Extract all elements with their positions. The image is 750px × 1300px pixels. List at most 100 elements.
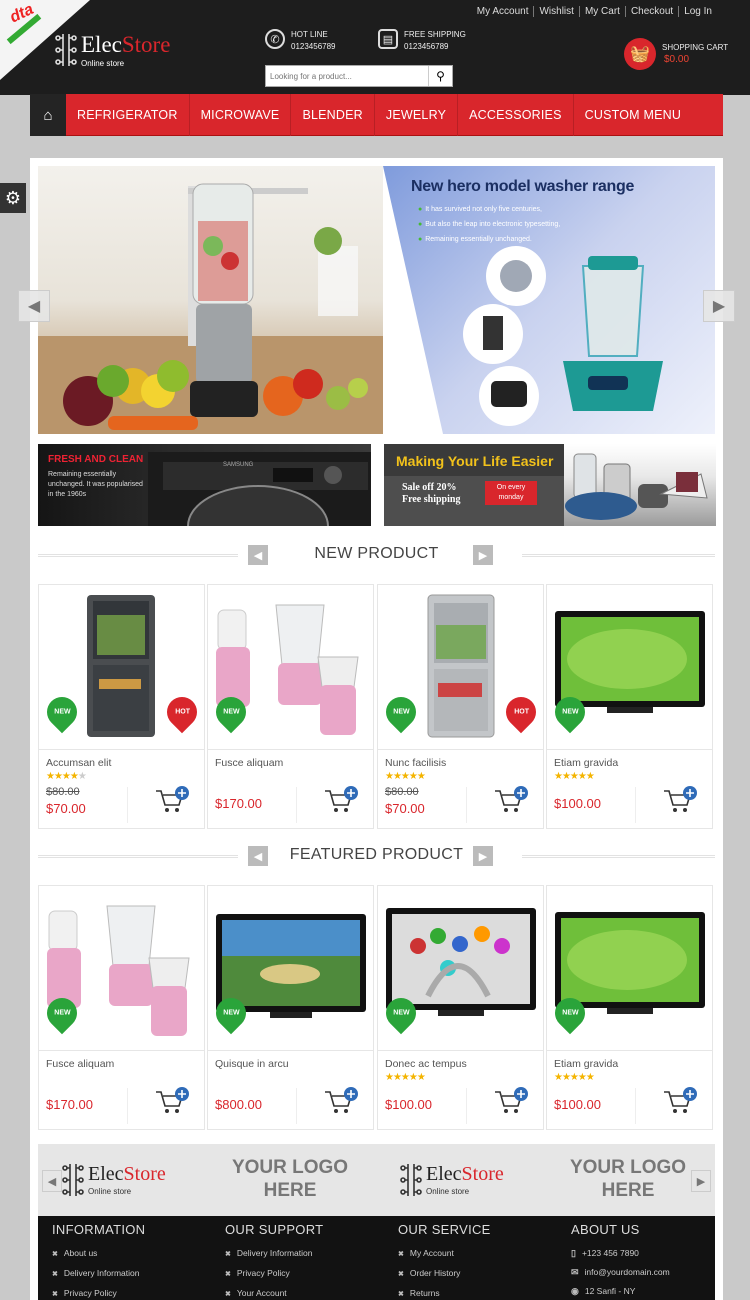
- add-to-cart-icon[interactable]: [662, 1086, 698, 1116]
- product-card[interactable]: NEW HOT Accumsan elit ★★★★★ $80.00 $70.0…: [38, 584, 205, 829]
- product-name[interactable]: Nunc facilisis: [385, 757, 446, 769]
- price: $70.00: [46, 801, 86, 816]
- product-name[interactable]: Etiam gravida: [554, 757, 618, 769]
- phone-icon: ✆: [265, 29, 285, 49]
- footer-phone: ▯ +123 456 7890: [571, 1248, 639, 1258]
- footer-link[interactable]: ✖ Privacy Policy: [52, 1284, 145, 1300]
- nav-custom-menu[interactable]: CUSTOM MENU: [574, 94, 692, 136]
- appliances-illustration: [565, 453, 708, 520]
- footer-link[interactable]: ✖ Delivery Information: [52, 1264, 145, 1284]
- nav-microwave[interactable]: MICROWAVE: [190, 94, 292, 136]
- add-to-cart-icon[interactable]: [493, 1086, 529, 1116]
- promo-tag: On every monday: [485, 481, 537, 505]
- placeholder-logo[interactable]: YOUR LOGO HERE: [230, 1156, 350, 1202]
- brand-prev-arrow-icon[interactable]: ◀: [42, 1170, 62, 1192]
- footer-link[interactable]: ✖ Your Account: [225, 1284, 323, 1300]
- mobile-icon: ▯: [571, 1248, 576, 1258]
- product-card[interactable]: NEW Fusce aliquam $170.00: [207, 584, 374, 829]
- top-link-log-in[interactable]: Log In: [678, 6, 717, 17]
- footer-link[interactable]: ✖ About us: [52, 1244, 145, 1264]
- brand-logo[interactable]: ElecStore Online store: [62, 1160, 166, 1200]
- product-name[interactable]: Accumsan elit: [46, 757, 111, 769]
- nav-refrigerator[interactable]: REFRIGERATOR: [66, 94, 190, 136]
- circuit-logo-icon: [62, 1164, 84, 1196]
- rating-stars: ★★★★★: [385, 771, 426, 782]
- price: $100.00: [554, 796, 601, 811]
- banner-making-life-easier[interactable]: Making Your Life Easier Sale off 20% Free…: [384, 444, 716, 526]
- home-icon[interactable]: ⌂: [30, 94, 66, 136]
- basket-icon: 🧺: [624, 38, 656, 70]
- product-card[interactable]: NEW Etiam gravida ★★★★★ $100.00: [546, 584, 713, 829]
- next-arrow-icon[interactable]: ▶: [473, 545, 493, 565]
- top-link-checkout[interactable]: Checkout: [624, 6, 679, 17]
- brand-next-arrow-icon[interactable]: ▶: [691, 1170, 711, 1192]
- cart-total: $0.00: [664, 54, 690, 65]
- footer-email[interactable]: ✉ info@yourdomain.com: [571, 1263, 670, 1282]
- slide-bullet: ● But also the leap into electronic types…: [418, 221, 561, 228]
- footer-link[interactable]: ✖ Delivery Information: [225, 1244, 323, 1264]
- old-price: $80.00: [385, 786, 419, 798]
- free-shipping: ▤ FREE SHIPPING 0123456789: [378, 29, 466, 54]
- product-card[interactable]: NEW Quisque in arcu $800.00: [207, 885, 374, 1130]
- product-card[interactable]: NEW Fusce aliquam $170.00: [38, 885, 205, 1130]
- old-price: $80.00: [46, 786, 80, 798]
- main-content: New hero model washer range ● It has surv…: [30, 158, 723, 1300]
- product-name[interactable]: Etiam gravida: [554, 1058, 618, 1070]
- slider-next-arrow-icon[interactable]: ▶: [703, 290, 735, 322]
- add-to-cart-icon[interactable]: [323, 1086, 359, 1116]
- add-to-cart-icon[interactable]: [154, 1086, 190, 1116]
- footer-link[interactable]: ✖ My Account: [398, 1244, 491, 1264]
- add-to-cart-icon[interactable]: [323, 785, 359, 815]
- add-to-cart-icon[interactable]: [154, 785, 190, 815]
- nav-jewelry[interactable]: JEWELRY: [375, 94, 459, 136]
- settings-gear-icon[interactable]: ⚙: [0, 183, 26, 213]
- placeholder-logo[interactable]: YOUR LOGO HERE: [568, 1156, 688, 1202]
- brand-logo[interactable]: ElecStore Online store: [400, 1160, 504, 1200]
- slider-prev-arrow-icon[interactable]: ◀: [18, 290, 50, 322]
- rating-stars: ★★★★★: [385, 1072, 426, 1083]
- section-header-new-product: ◀ NEW PRODUCT ▶: [38, 543, 715, 567]
- search-button[interactable]: ⚲: [428, 66, 452, 86]
- site-logo[interactable]: ElecStore Online store: [55, 30, 170, 70]
- add-to-cart-icon[interactable]: [493, 785, 529, 815]
- hotline: ✆ HOT LINE 0123456789: [265, 29, 336, 54]
- slide-title: New hero model washer range: [411, 178, 635, 195]
- footer-service: OUR SERVICE ✖ My Account ✖ Order History ✖…: [398, 1222, 491, 1300]
- product-card[interactable]: NEW HOT Nunc facilisis ★★★★★ $80.00 $70.…: [377, 584, 544, 829]
- slide-bullet: ● Remaining essentially unchanged.: [418, 236, 532, 243]
- footer-link[interactable]: ✖ Returns: [398, 1284, 491, 1300]
- footer-link[interactable]: ✖ Privacy Policy: [225, 1264, 323, 1284]
- price: $800.00: [215, 1097, 262, 1112]
- product-name[interactable]: Donec ac tempus: [385, 1058, 467, 1070]
- search-input[interactable]: [266, 66, 428, 86]
- section-header-featured-product: ◀ FEATURED PRODUCT ▶: [38, 844, 715, 868]
- footer-information: INFORMATION ✖ About us ✖ Delivery Informat…: [52, 1222, 145, 1300]
- add-to-cart-icon[interactable]: [662, 785, 698, 815]
- product-name[interactable]: Fusce aliquam: [46, 1058, 114, 1070]
- shopping-cart[interactable]: 🧺 SHOPPING CART $0.00: [624, 38, 728, 70]
- product-card[interactable]: NEW Donec ac tempus ★★★★★ $100.00: [377, 885, 544, 1130]
- product-name[interactable]: Fusce aliquam: [215, 757, 283, 769]
- top-link-my-account[interactable]: My Account: [472, 6, 534, 17]
- footer: INFORMATION ✖ About us ✖ Delivery Informat…: [38, 1216, 715, 1300]
- next-arrow-icon[interactable]: ▶: [473, 846, 493, 866]
- top-link-my-cart[interactable]: My Cart: [578, 6, 625, 17]
- nav-blender[interactable]: BLENDER: [291, 94, 375, 136]
- slide-image-kitchen: [38, 166, 383, 434]
- product-name[interactable]: Quisque in arcu: [215, 1058, 289, 1070]
- top-links: My Account Wishlist My Cart Checkout Log In: [472, 6, 717, 17]
- nav-accessories[interactable]: ACCESSORIES: [458, 94, 574, 136]
- top-link-wishlist[interactable]: Wishlist: [533, 6, 579, 17]
- rating-stars: ★★★★★: [554, 771, 595, 782]
- product-card[interactable]: NEW Etiam gravida ★★★★★ $100.00: [546, 885, 713, 1130]
- slide-bullet: ● It has survived not only five centuries…: [418, 206, 542, 213]
- footer-address: ◉ 12 Sanfi - NY: [571, 1286, 636, 1296]
- location-pin-icon: ◉: [571, 1286, 579, 1296]
- price: $70.00: [385, 801, 425, 816]
- price: $100.00: [385, 1097, 432, 1112]
- blender-kitchen-illustration: [38, 183, 383, 434]
- footer-support: OUR SUPPORT ✖ Delivery Information ✖ Priva…: [225, 1222, 323, 1300]
- footer-link[interactable]: ✖ Order History: [398, 1264, 491, 1284]
- banner-fresh-and-clean[interactable]: SAMSUNG FRESH AND CLEAN Remaining essent…: [38, 444, 371, 526]
- brand-carousel: ElecStore Online store YOUR LOGO HERE Elec…: [38, 1144, 715, 1216]
